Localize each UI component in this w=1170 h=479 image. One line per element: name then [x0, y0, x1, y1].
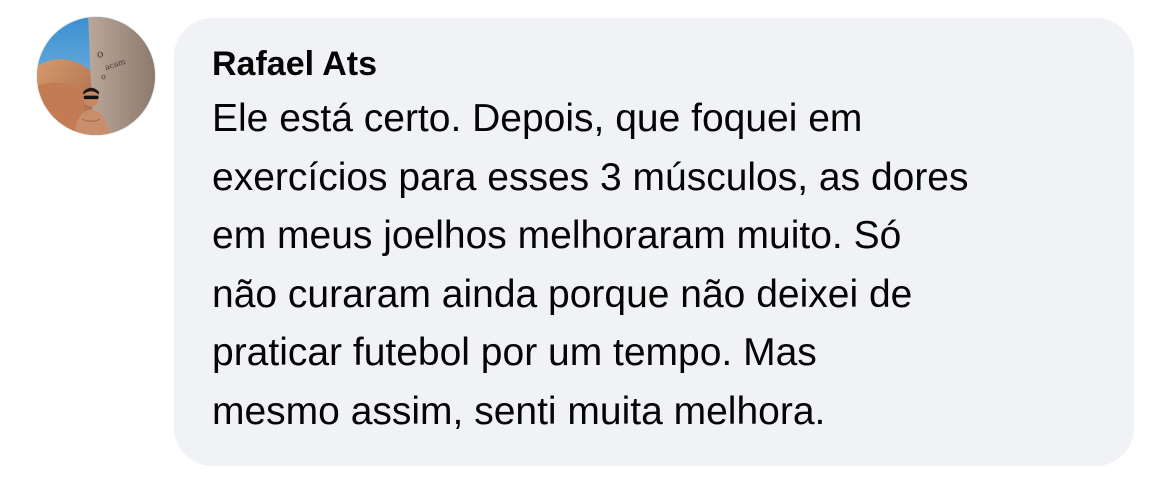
comment-text-line: praticar futebol por um tempo. Mas — [212, 331, 817, 374]
avatar-photo: o acam o — [37, 17, 155, 135]
avatar[interactable]: o acam o — [36, 16, 156, 136]
comment-bubble: Rafael Ats Ele está certo. Depois, que f… — [174, 18, 1134, 466]
comment-text-line: exercícios para esses 3 músculos, as dor… — [212, 155, 969, 199]
comment-thread: o acam o Rafael Ats Ele está certo. Depo… — [0, 0, 1170, 479]
comment-text-line: não curaram ainda porque não deixei de — [212, 272, 913, 316]
comment-text-line: Ele está certo. Depois, que foquei em — [212, 97, 863, 140]
comment-text: Ele está certo. Depois, que foquei em ex… — [212, 90, 1104, 441]
comment-text-line: mesmo assim, senti muita melhora. — [212, 389, 826, 433]
comment-author[interactable]: Rafael Ats — [212, 42, 1104, 86]
comment-text-line: em meus joelhos melhoraram muito. Só — [212, 214, 902, 257]
